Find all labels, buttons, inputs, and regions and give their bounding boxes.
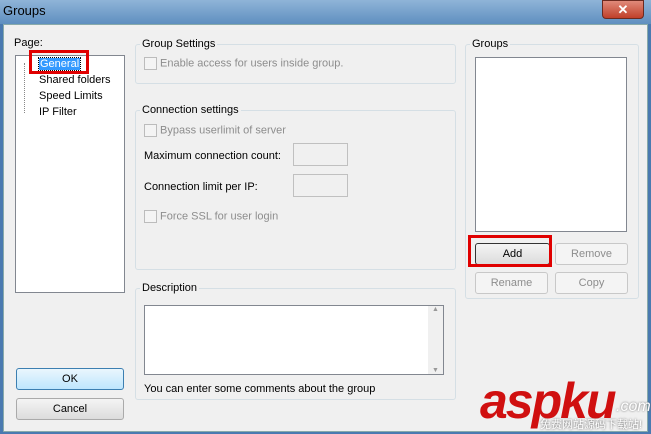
page-tree[interactable]: General Shared folders Speed Limits IP F… [15, 55, 125, 293]
limit-per-ip-input[interactable] [293, 174, 348, 197]
dialog-body: Page: General Shared folders Speed Limit… [3, 24, 648, 432]
watermark-tagline: 免费网站源码下载站! [540, 419, 643, 431]
tree-item-speed-limits[interactable]: Speed Limits [39, 89, 103, 104]
description-box: Description ▲ ▼ You can enter some comme… [135, 282, 456, 400]
cancel-button[interactable]: Cancel [16, 398, 124, 420]
enable-access-label: Enable access for users inside group. [160, 57, 344, 70]
watermark-domain: .com [616, 398, 651, 415]
force-ssl-label: Force SSL for user login [160, 210, 279, 223]
page-label: Page: [14, 37, 43, 49]
scroll-up-icon[interactable]: ▲ [428, 306, 443, 313]
enable-access-checkbox[interactable]: Enable access for users inside group. [144, 57, 343, 70]
groups-title: Groups [470, 38, 511, 50]
connection-settings-title: Connection settings [140, 104, 241, 116]
max-count-input[interactable] [293, 143, 348, 166]
scroll-down-icon[interactable]: ▼ [428, 367, 443, 374]
rename-button[interactable]: Rename [475, 272, 548, 294]
highlight-add [468, 235, 552, 267]
description-textarea[interactable]: ▲ ▼ [144, 305, 444, 375]
group-settings-box: Group Settings Enable access for users i… [135, 38, 456, 84]
group-settings-title: Group Settings [140, 38, 218, 50]
close-button[interactable]: ✕ [602, 0, 644, 19]
groups-list[interactable] [475, 57, 627, 232]
description-hint: You can enter some comments about the gr… [144, 383, 376, 395]
title-bar: Groups ✕ [0, 0, 651, 24]
tree-item-ip-filter[interactable]: IP Filter [39, 105, 77, 120]
description-scrollbar[interactable]: ▲ ▼ [428, 306, 443, 374]
description-title: Description [140, 282, 200, 294]
window-title: Groups [3, 3, 46, 18]
highlight-general [29, 50, 89, 74]
force-ssl-checkbox[interactable]: Force SSL for user login [144, 210, 278, 223]
ok-button[interactable]: OK [16, 368, 124, 390]
limit-per-ip-label: Connection limit per IP: [144, 181, 258, 193]
max-count-label: Maximum connection count: [144, 150, 281, 162]
bypass-checkbox[interactable]: Bypass userlimit of server [144, 124, 286, 137]
tree-line [24, 63, 25, 113]
tree-item-shared-folders[interactable]: Shared folders [39, 73, 111, 88]
remove-button[interactable]: Remove [555, 243, 628, 265]
copy-button[interactable]: Copy [555, 272, 628, 294]
connection-settings-box: Connection settings Bypass userlimit of … [135, 104, 456, 270]
bypass-label: Bypass userlimit of server [160, 124, 286, 137]
